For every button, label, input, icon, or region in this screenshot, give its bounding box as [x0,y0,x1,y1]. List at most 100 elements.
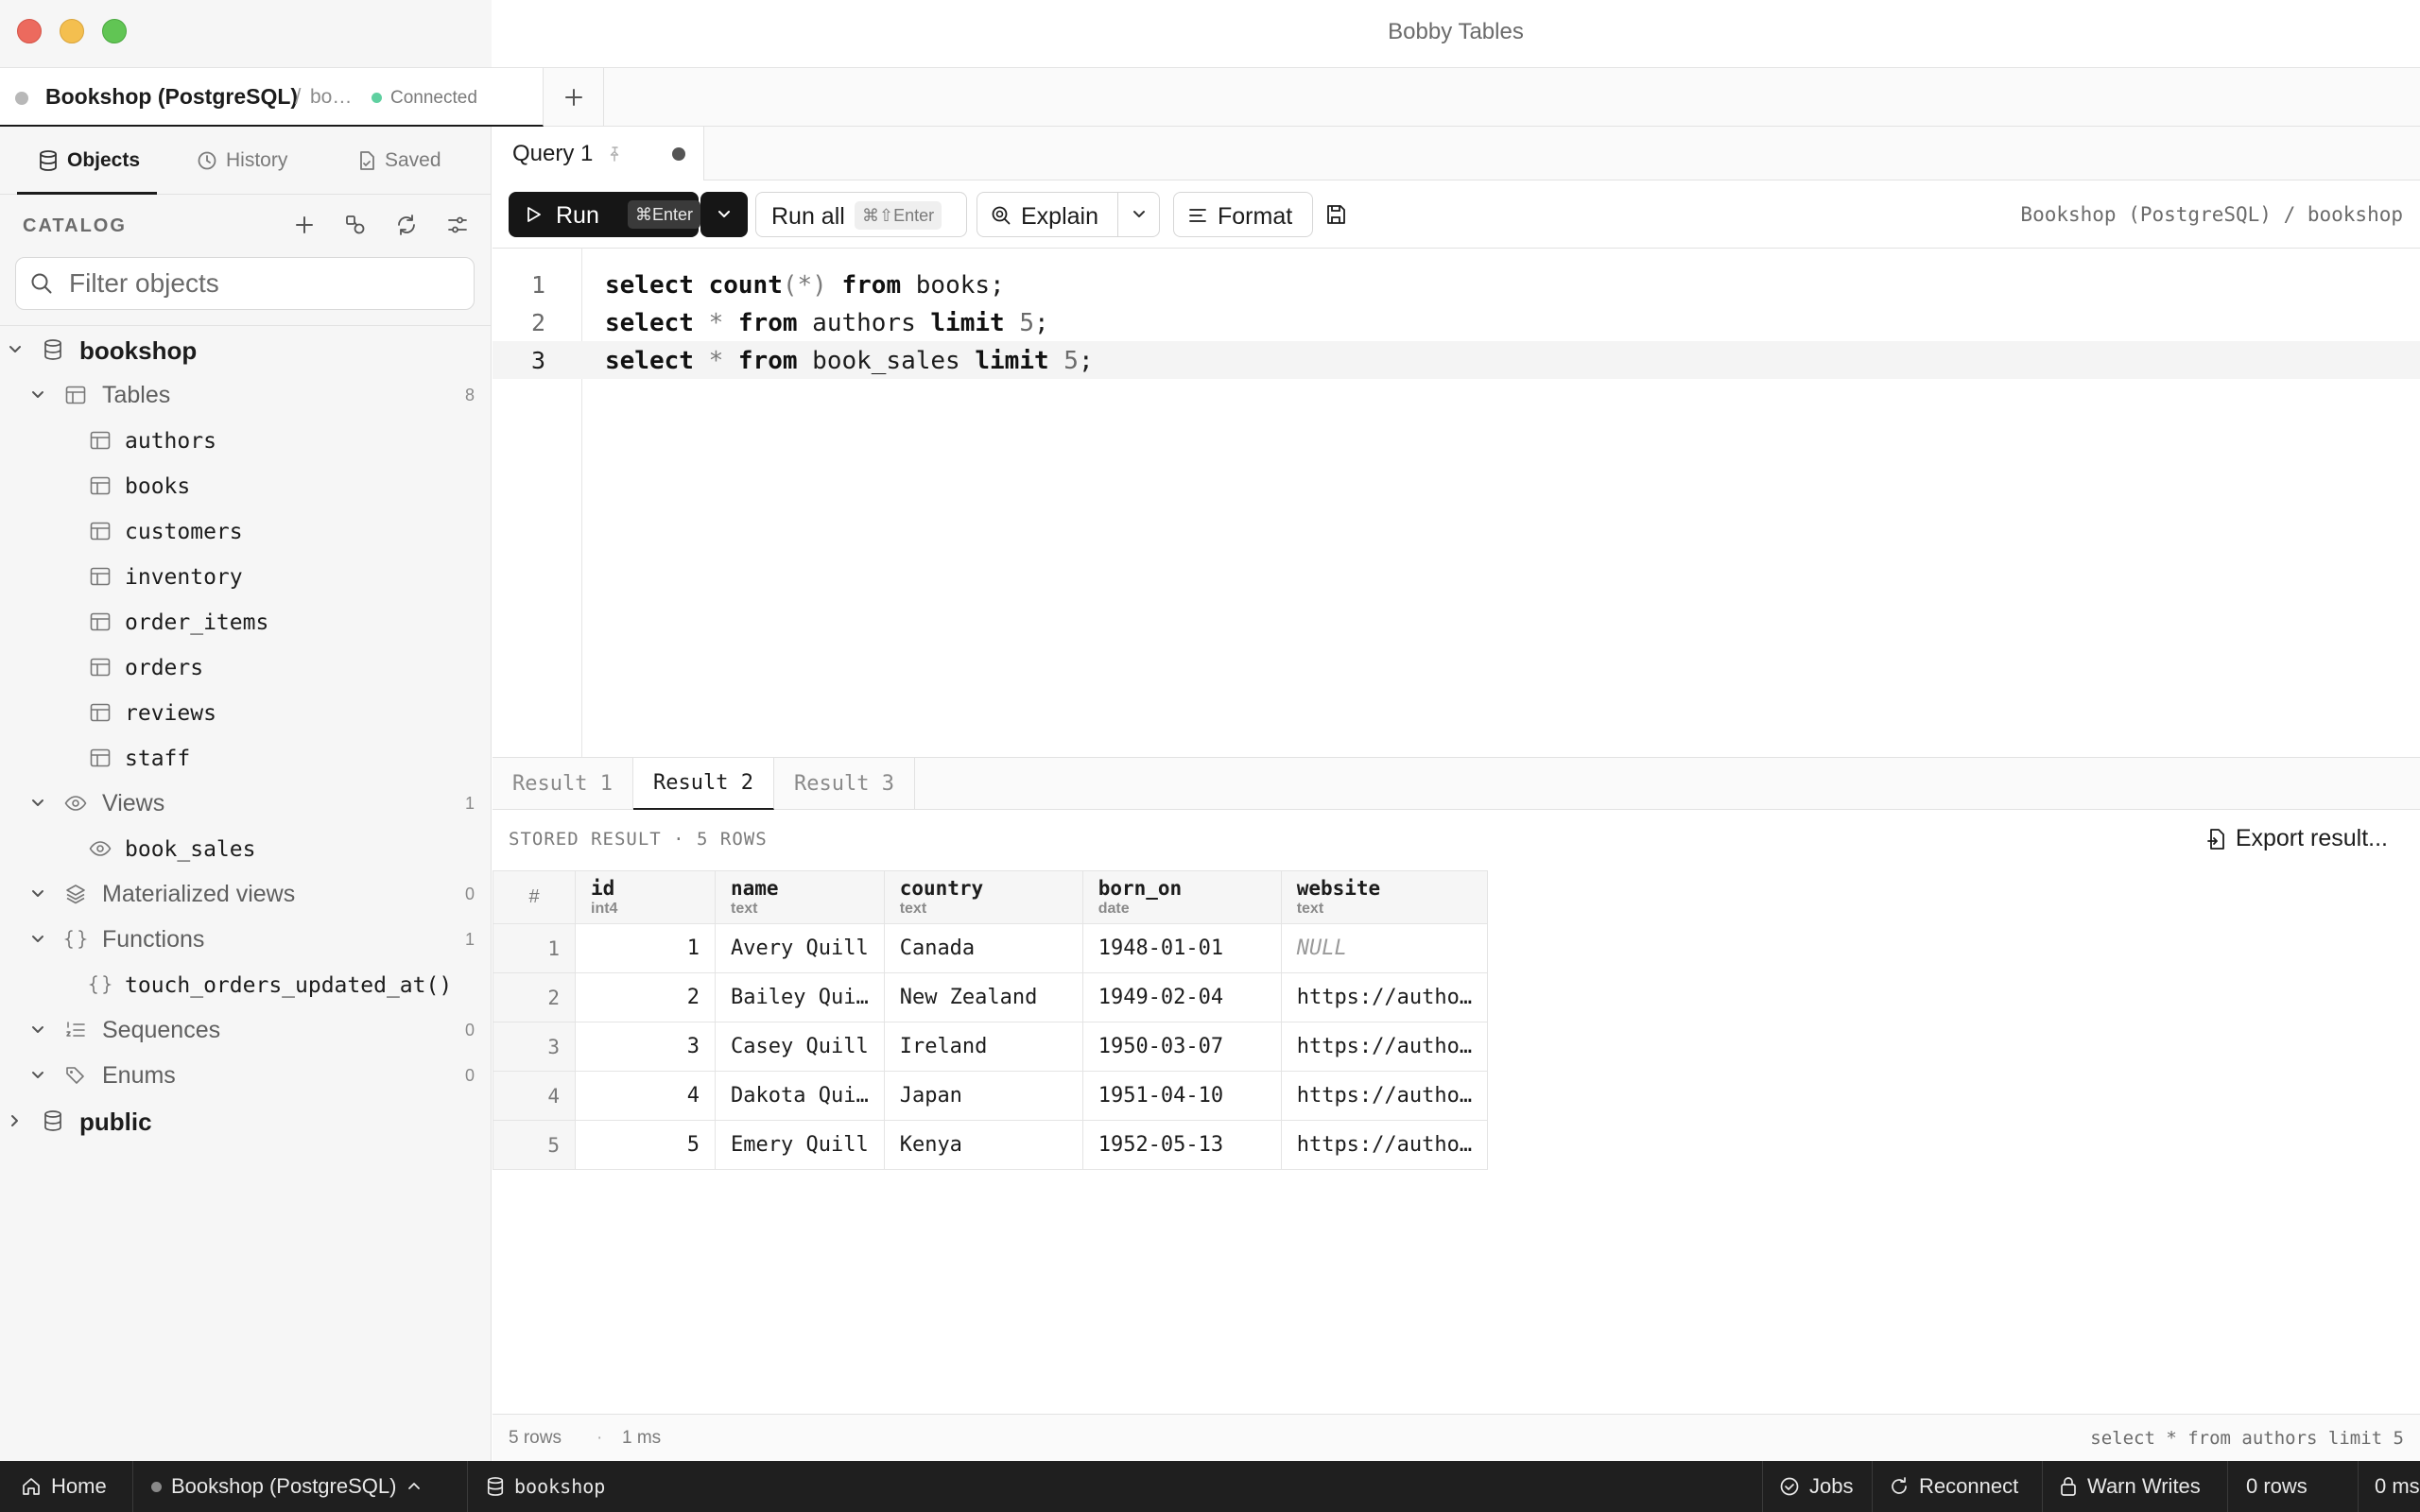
cell-name[interactable]: Dakota Qui… [715,1071,885,1121]
column-type: text [1296,901,1324,917]
cell-id[interactable]: 5 [575,1120,716,1170]
explain-options-button[interactable] [1117,192,1160,237]
tree-table-item[interactable]: customers [0,508,492,554]
cell-website[interactable]: https://autho… [1280,972,1489,1022]
tree-function-touch-orders-updated-at[interactable]: touch_orders_updated_at() [0,962,492,1007]
tree-table-item[interactable]: staff [0,735,492,781]
diagram-button[interactable] [340,210,371,240]
statusbar-warn-writes[interactable]: Warn Writes [2059,1461,2201,1512]
statusbar-home[interactable]: Home [21,1461,107,1512]
tree-table-item[interactable]: orders [0,644,492,690]
code-line-active[interactable]: 3 select * from book_sales limit 5; [493,341,2420,379]
cell-born-on[interactable]: 1952-05-13 [1081,1120,1282,1170]
tree-group-count: 0 [464,1066,475,1085]
refresh-catalog-button[interactable] [391,210,422,240]
cell-born-on[interactable]: 1951-04-10 [1081,1071,1282,1121]
sidebar-tab-history[interactable]: History [197,127,287,195]
sidebar-tab-saved[interactable]: Saved [357,127,441,195]
tree-table-item[interactable]: order_items [0,599,492,644]
cell-born-on[interactable]: 1950-03-07 [1081,1022,1282,1072]
tree-group-sequences[interactable]: Sequences 0 [0,1007,492,1053]
tree-group-enums[interactable]: Enums 0 [0,1053,492,1098]
column-header-id[interactable]: id int4 [575,870,716,924]
window-close-button[interactable] [17,19,42,43]
cell-name[interactable]: Casey Quill [715,1022,885,1072]
result-tab-1[interactable]: Result 1 [493,758,633,810]
cell-country[interactable]: Japan [883,1071,1083,1121]
code-line[interactable]: 1 select count(*) from books; [493,266,2420,303]
add-object-button[interactable] [289,210,320,240]
result-tab-2[interactable]: Result 2 [633,758,774,810]
result-tab-3[interactable]: Result 3 [774,758,915,810]
table-row[interactable]: 5 5 Emery Quill Kenya 1952-05-13 https://auth… [493,1120,1489,1170]
tree-table-item[interactable]: inventory [0,554,492,599]
tree-group-materialized-views[interactable]: Materialized views 0 [0,871,492,917]
filter-objects-field[interactable] [15,257,475,310]
cell-country[interactable]: New Zealand [883,972,1083,1022]
tree-group-tables[interactable]: Tables 8 [0,372,492,418]
cell-name[interactable]: Emery Quill [715,1120,885,1170]
sidebar: Objects History Saved CATALOG Filter obj… [0,127,492,1461]
format-button[interactable]: Format [1173,192,1313,237]
window-minimize-button[interactable] [60,19,84,43]
run-button[interactable]: Run ⌘Enter [509,192,701,237]
window-maximize-button[interactable] [102,19,127,43]
cell-country[interactable]: Kenya [883,1120,1083,1170]
explain-button[interactable]: Explain [977,192,1118,237]
table-row[interactable]: 4 4 Dakota Qui… Japan 1951-04-10 https://auth… [493,1071,1489,1121]
column-header-website[interactable]: website text [1280,870,1489,924]
statusbar-reconnect[interactable]: Reconnect [1889,1461,2018,1512]
run-all-button[interactable]: Run all ⌘⇧Enter [755,192,967,237]
tree-table-item[interactable]: books [0,463,492,508]
catalog-settings-button[interactable] [442,210,473,240]
export-result-button[interactable]: Export result... [2205,825,2388,852]
cell-website[interactable]: NULL [1280,923,1489,973]
tree-item-label: order_items [125,610,269,635]
column-header-country[interactable]: country text [883,870,1083,924]
tree-table-item[interactable]: reviews [0,690,492,735]
column-header-born-on[interactable]: born_on date [1081,870,1282,924]
query-tab[interactable]: Query 1 [493,127,704,180]
tree-group-views[interactable]: Views 1 [0,781,492,826]
sql-editor[interactable]: 1 select count(*) from books; 2 select *… [493,249,2420,757]
table-row[interactable]: 3 3 Casey Quill Ireland 1950-03-07 https://au… [493,1022,1489,1072]
cell-id[interactable]: 4 [575,1071,716,1121]
tree-group-functions[interactable]: Functions 1 [0,917,492,962]
connection-tab[interactable]: Bookshop (PostgreSQL) / bo… Connected [0,68,544,127]
cell-name[interactable]: Bailey Qui… [715,972,885,1022]
statusbar-connection[interactable]: Bookshop (PostgreSQL) [151,1461,423,1512]
table-row[interactable]: 2 2 Bailey Qui… New Zealand 1949-02-04 https:… [493,972,1489,1022]
tree-view-book-sales[interactable]: book_sales [0,826,492,871]
tree-group-label: Views [102,790,165,816]
save-query-button[interactable] [1324,203,1347,226]
cell-id[interactable]: 3 [575,1022,716,1072]
row-number: 2 [493,972,576,1022]
cell-id[interactable]: 2 [575,972,716,1022]
filter-objects-input[interactable] [69,258,466,309]
cell-id[interactable]: 1 [575,923,716,973]
cell-website[interactable]: https://autho… [1280,1022,1489,1072]
table-row[interactable]: 1 1 Avery Quill Canada 1948-01-01 NULL [493,923,1489,973]
cell-born-on[interactable]: 1949-02-04 [1081,972,1282,1022]
column-header-rownum[interactable]: # [493,870,576,924]
cell-country[interactable]: Canada [883,923,1083,973]
statusbar-jobs[interactable]: Jobs [1779,1461,1853,1512]
table-icon [90,476,111,495]
run-options-button[interactable] [700,192,748,237]
new-connection-tab-button[interactable] [544,68,604,127]
sidebar-tab-objects[interactable]: Objects [16,127,158,195]
cell-country[interactable]: Ireland [883,1022,1083,1072]
pin-icon[interactable] [606,146,623,163]
column-header-name[interactable]: name text [715,870,885,924]
code-line[interactable]: 2 select * from authors limit 5; [493,303,2420,341]
cell-born-on[interactable]: 1948-01-01 [1081,923,1282,973]
tree-table-item[interactable]: authors [0,418,492,463]
cell-name[interactable]: Avery Quill [715,923,885,973]
cell-website[interactable]: https://autho… [1280,1071,1489,1121]
play-icon [527,207,541,222]
statusbar-database[interactable]: bookshop [486,1461,605,1512]
braces-icon [89,975,112,994]
cell-website[interactable]: https://autho… [1280,1120,1489,1170]
tree-database-bookshop[interactable]: bookshop [0,327,492,372]
tree-schema-public[interactable]: public [0,1098,492,1143]
